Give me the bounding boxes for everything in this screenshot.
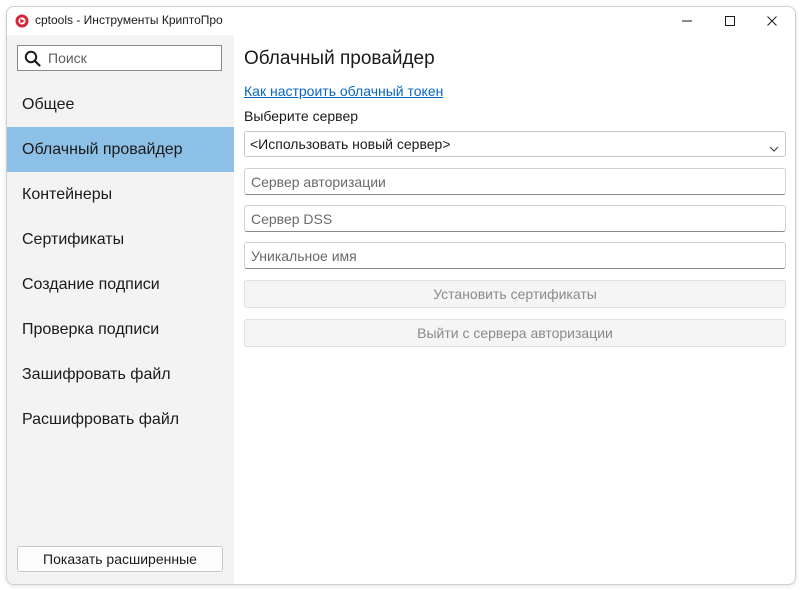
window-title: cptools - Инструменты КриптоПро	[35, 13, 223, 27]
minimize-button[interactable]	[664, 7, 710, 35]
close-icon	[767, 16, 777, 26]
title-bar[interactable]: cptools - Инструменты КриптоПро	[7, 7, 795, 35]
page-title: Облачный провайдер	[244, 48, 435, 69]
server-select-value: <Использовать новый сервер>	[250, 136, 451, 152]
sidebar-item-decrypt-file[interactable]: Расшифровать файл	[7, 397, 234, 442]
app-window: cptools - Инструменты КриптоПро Поиск Об…	[6, 6, 796, 585]
sidebar-item-verify-signature[interactable]: Проверка подписи	[7, 307, 234, 352]
sidebar-item-containers[interactable]: Контейнеры	[7, 172, 234, 217]
sidebar-nav: Общее Облачный провайдер Контейнеры Серт…	[7, 82, 234, 442]
cryptopro-logo-icon	[15, 14, 29, 28]
chevron-down-icon	[769, 140, 779, 152]
sidebar-item-certificates[interactable]: Сертификаты	[7, 217, 234, 262]
main-panel: Облачный провайдер Как настроить облачны…	[234, 35, 795, 584]
search-icon	[24, 50, 41, 67]
search-box[interactable]	[17, 45, 222, 71]
sidebar-item-encrypt-file[interactable]: Зашифровать файл	[7, 352, 234, 397]
server-select[interactable]: <Использовать новый сервер>	[244, 131, 786, 157]
close-button[interactable]	[749, 7, 795, 35]
logout-auth-server-button[interactable]: Выйти с сервера авторизации	[244, 319, 786, 347]
sidebar-item-create-signature[interactable]: Создание подписи	[7, 262, 234, 307]
sidebar: Общее Облачный провайдер Контейнеры Серт…	[7, 35, 234, 584]
install-certificates-button[interactable]: Установить сертификаты	[244, 280, 786, 308]
cloud-token-help-link[interactable]: Как настроить облачный токен	[244, 83, 443, 99]
maximize-button[interactable]	[707, 7, 753, 35]
search-input[interactable]	[48, 49, 218, 67]
auth-server-input[interactable]	[244, 168, 786, 195]
sidebar-item-cloud-provider[interactable]: Облачный провайдер	[7, 127, 234, 172]
minimize-icon	[682, 16, 692, 26]
show-advanced-button[interactable]: Показать расширенные	[17, 546, 223, 572]
server-select-label: Выберите сервер	[244, 108, 359, 124]
unique-name-input[interactable]	[244, 242, 786, 269]
dss-server-input[interactable]	[244, 205, 786, 232]
sidebar-item-general[interactable]: Общее	[7, 82, 234, 127]
maximize-icon	[725, 16, 735, 26]
